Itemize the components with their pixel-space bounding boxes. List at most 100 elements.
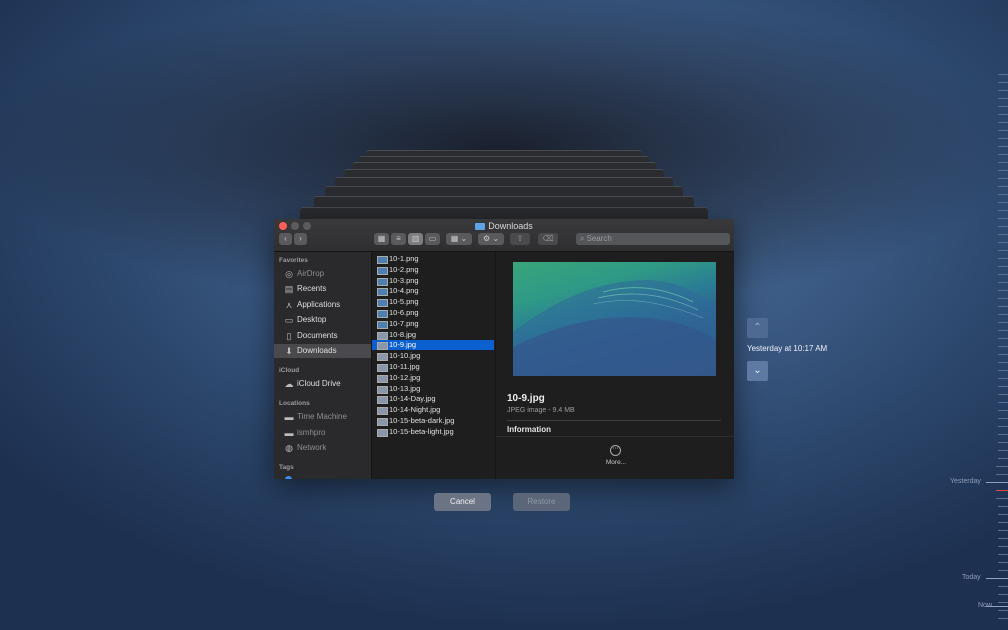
chevron-left-icon: ‹ — [284, 234, 287, 243]
later-snapshot-button[interactable]: ⌄ — [747, 361, 768, 381]
file-row[interactable]: 10-7.png — [372, 319, 494, 329]
search-field[interactable]: ⌕ Search — [576, 233, 730, 245]
file-row[interactable]: 10-2.png — [372, 265, 494, 275]
timeline-tick — [998, 194, 1008, 195]
file-row[interactable]: 10-10.jpg — [372, 351, 494, 362]
preview-pane: 10-9.jpg JPEG image - 9.4 MB Information… — [496, 252, 734, 479]
earlier-snapshot-button[interactable]: ⌃ — [747, 318, 768, 338]
timeline-tick — [998, 594, 1008, 595]
file-thumbnail-icon — [377, 428, 388, 437]
file-row[interactable]: 10-13.jpg — [372, 384, 494, 394]
timeline-tick — [998, 394, 1008, 395]
timeline-tick — [998, 130, 1008, 131]
sidebar-section-icloud: iCloud — [279, 367, 300, 374]
more-label[interactable]: More... — [596, 459, 636, 466]
file-row[interactable]: 10-4.png — [372, 286, 494, 297]
share-button[interactable]: ⇪ — [510, 233, 530, 245]
timeline-tick — [998, 234, 1008, 235]
sidebar-item-ismhpro[interactable]: ▬ ismhpro — [274, 426, 371, 440]
file-thumbnail-icon — [377, 396, 388, 405]
file-name: 10-4.png — [389, 286, 419, 296]
snapshot-date: Yesterday at 10:17 AM — [747, 344, 828, 353]
timeline-tick — [998, 402, 1008, 403]
divider — [507, 420, 721, 421]
timeline-tick — [998, 586, 1008, 587]
sidebar-item-desktop[interactable]: ▭ Desktop — [274, 313, 371, 327]
file-row[interactable]: 10-15-beta-light.jpg — [372, 427, 494, 437]
file-row[interactable]: 10-3.png — [372, 276, 494, 286]
preview-meta: JPEG image - 9.4 MB — [507, 407, 575, 414]
disk-icon: ▬ — [284, 412, 294, 422]
file-name: 10-14-Day.jpg — [389, 394, 436, 404]
view-icons-button[interactable]: ▦ — [374, 233, 389, 245]
file-row[interactable]: 10-14-Day.jpg — [372, 394, 494, 405]
file-row[interactable]: 10-11.jpg — [372, 362, 494, 372]
sidebar-item-downloads[interactable]: ⬇ Downloads — [274, 344, 371, 358]
timeline-tick — [998, 618, 1008, 619]
file-row[interactable]: 10-9.jpg — [372, 340, 494, 351]
timeline-tick — [998, 90, 1008, 91]
applications-icon: ⋏ — [285, 300, 293, 310]
file-name: 10-13.jpg — [389, 383, 421, 393]
sidebar-item-network[interactable]: ◍ Network — [274, 441, 371, 455]
file-row[interactable]: 10-8.jpg — [372, 330, 494, 340]
timeline-tick — [998, 82, 1008, 83]
file-thumbnail-icon — [377, 266, 388, 275]
sidebar-item-icloud-drive[interactable]: ☁ iCloud Drive — [274, 377, 371, 391]
back-button[interactable]: ‹ — [279, 233, 292, 245]
timeline-tick — [998, 274, 1008, 275]
sidebar-item-recents[interactable]: ▤ Recents — [274, 282, 371, 296]
sidebar-item-label: Downloads — [297, 346, 337, 355]
view-gallery-button[interactable]: ▭ — [425, 233, 440, 245]
file-row[interactable]: 10-12.jpg — [372, 373, 494, 383]
preview-filename: 10-9.jpg — [507, 393, 545, 404]
file-name: 10-3.png — [389, 275, 419, 285]
forward-button[interactable]: › — [294, 233, 307, 245]
group-button[interactable]: ▦ ⌄ — [446, 233, 472, 245]
timeline-tick — [998, 458, 1008, 459]
finder-window: Downloads ‹ › ▦ ≡ ▥ ▭ ▦ ⌄ ⚙ ⌄ ⇪ ⌫ ⌕ Searc… — [274, 219, 734, 479]
timeline-label-today: Today — [962, 574, 981, 581]
file-row[interactable]: 10-6.png — [372, 308, 494, 318]
timeline-tick — [998, 306, 1008, 307]
timeline-marker — [986, 578, 1008, 579]
file-thumbnail-icon — [377, 256, 388, 264]
sidebar-item-documents[interactable]: ▯ Documents — [274, 329, 371, 343]
cancel-button[interactable]: Cancel — [434, 493, 491, 511]
list-icon: ≡ — [396, 234, 401, 243]
action-button[interactable]: ⚙ ⌄ — [478, 233, 504, 245]
view-columns-button[interactable]: ▥ — [408, 233, 423, 245]
timeline-label-now: Now — [978, 602, 993, 609]
file-thumbnail-icon — [377, 385, 388, 394]
timeline-marker — [986, 482, 1008, 483]
file-row[interactable]: 10-14-Night.jpg — [372, 405, 494, 416]
clock-icon: ▤ — [284, 284, 294, 294]
timeline-tick — [998, 346, 1008, 347]
timeline-tick — [998, 282, 1008, 283]
file-thumbnail-icon — [377, 299, 388, 308]
restore-button[interactable]: Restore — [513, 493, 570, 511]
sidebar-item-applications[interactable]: ⋏ Applications — [274, 298, 371, 312]
timeline-tick — [998, 554, 1008, 555]
view-list-button[interactable]: ≡ — [391, 233, 406, 245]
timeline-label-yesterday: Yesterday — [950, 478, 981, 485]
sidebar-item-label: iCloud Drive — [297, 379, 341, 388]
tag-blue-icon[interactable] — [285, 476, 292, 479]
share-icon: ⇪ — [516, 234, 524, 243]
search-icon: ⌕ — [580, 234, 585, 243]
sidebar-item-time-machine[interactable]: ▬ Time Machine — [274, 410, 371, 424]
timeline-tick — [998, 74, 1008, 75]
file-row[interactable]: 10-5.png — [372, 297, 494, 308]
timeline-tick — [998, 138, 1008, 139]
file-row[interactable]: 10-1.png — [372, 254, 494, 264]
sidebar-item-label: Recents — [297, 284, 327, 293]
file-name: 10-1.png — [389, 254, 419, 263]
tag-button[interactable]: ⌫ — [538, 233, 558, 245]
timeline-tick — [998, 538, 1008, 539]
timeline-tick — [998, 314, 1008, 315]
more-icon[interactable]: ⋯ — [610, 445, 621, 456]
file-thumbnail-icon — [377, 353, 388, 362]
folder-icon — [475, 223, 486, 230]
sidebar-item-airdrop[interactable]: ◎ AirDrop — [274, 267, 371, 281]
file-row[interactable]: 10-15-beta-dark.jpg — [372, 416, 494, 426]
